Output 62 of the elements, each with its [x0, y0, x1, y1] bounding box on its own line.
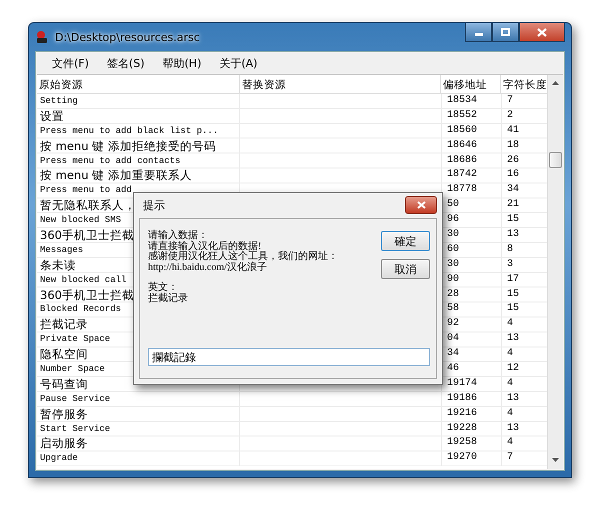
- table-cell-text: 暂无隐私联系人，: [39, 198, 137, 214]
- table-cell: 19228: [441, 422, 501, 436]
- table-cell-text: 条未读: [39, 258, 77, 273]
- table-cell-text: Blocked Records: [39, 303, 122, 316]
- menu-item[interactable]: 帮助(H): [154, 54, 210, 72]
- menu-item[interactable]: 关于(A): [211, 54, 266, 72]
- table-cell-text: Setting: [39, 95, 79, 108]
- close-button[interactable]: [405, 196, 437, 214]
- table-cell: 18686: [441, 154, 501, 168]
- down-arrow-icon[interactable]: [552, 458, 559, 463]
- close-icon: [416, 201, 426, 209]
- table-cell-text: 拦截记录: [39, 317, 89, 332]
- table-cell: 18560: [441, 124, 501, 139]
- table-cell-text: 号码查询: [39, 376, 89, 392]
- table-cell: 19270: [441, 451, 501, 466]
- table-cell-text: 隐私空间: [39, 347, 89, 362]
- table-cell-text: Start Service: [39, 422, 112, 436]
- column-header[interactable]: 偏移地址: [441, 75, 501, 94]
- table-cell: 19216: [441, 406, 501, 422]
- cancel-button[interactable]: 取消: [381, 259, 430, 279]
- dialog-message: 英文： 拦截记录: [148, 283, 189, 304]
- table-cell-text: 暂停服务: [39, 406, 89, 422]
- table-cell-text: 按 menu 键 添加重要联系人: [39, 168, 193, 184]
- table-cell: 18646: [441, 138, 501, 154]
- table-cell: 19186: [441, 392, 501, 407]
- table-cell-text: 启动服务: [39, 436, 89, 452]
- maximize-button[interactable]: [492, 23, 519, 42]
- ok-button[interactable]: 確定: [381, 231, 430, 251]
- table-cell-text: Press menu to add contacts: [39, 154, 182, 168]
- table-cell-text: Press menu to add: [39, 184, 133, 198]
- dialog-message: 请输入数据： 请直接输入汉化后的数据! 感谢使用汉化狂人这个工具，我们的网址： http://hi.baidu.com/汉化浪子: [148, 231, 339, 273]
- table-cell-text: Upgrade: [39, 452, 79, 466]
- table-cell-text: Messages: [39, 244, 84, 257]
- table-cell-text: New blocked SMS: [39, 214, 122, 228]
- close-icon: [537, 28, 547, 36]
- maximize-icon: [501, 28, 510, 36]
- table-cell-text: 360手机卫士拦截: [39, 228, 135, 243]
- window-title: D:\Desktop\resources.arsc: [55, 30, 200, 44]
- scrollbar-thumb[interactable]: [549, 152, 562, 168]
- table-cell-text: 设置: [39, 108, 65, 124]
- table-cell-text: 360手机卫士拦截: [39, 288, 135, 302]
- input-field[interactable]: 攔截記錄: [148, 348, 430, 366]
- scrollbar[interactable]: [547, 75, 563, 469]
- minimize-button[interactable]: [465, 23, 492, 42]
- column-header[interactable]: 替换资源: [240, 75, 441, 94]
- table-cell: 18534: [441, 94, 501, 109]
- menu-item[interactable]: 文件(F): [44, 54, 97, 72]
- column-header[interactable]: 原始资源: [37, 75, 240, 94]
- table-cell-text: Private Space: [39, 333, 112, 346]
- dialog-title: 提示: [142, 198, 165, 213]
- table-cell-text: 按 menu 键 添加拒绝接受的号码: [39, 138, 217, 154]
- menu-item[interactable]: 签名(S): [98, 54, 152, 72]
- table-cell-text: New blocked call: [39, 274, 128, 287]
- close-button[interactable]: [519, 23, 565, 42]
- table-cell: 18742: [441, 168, 501, 184]
- table-cell-text: Number Space: [39, 363, 106, 376]
- up-arrow-icon[interactable]: [552, 81, 559, 86]
- table-cell-text: Press menu to add black list p...: [39, 124, 220, 138]
- table-cell: 18552: [441, 108, 501, 124]
- table-cell: 19258: [441, 436, 501, 452]
- table-cell-text: Pause Service: [39, 392, 112, 406]
- app-icon: [35, 30, 49, 44]
